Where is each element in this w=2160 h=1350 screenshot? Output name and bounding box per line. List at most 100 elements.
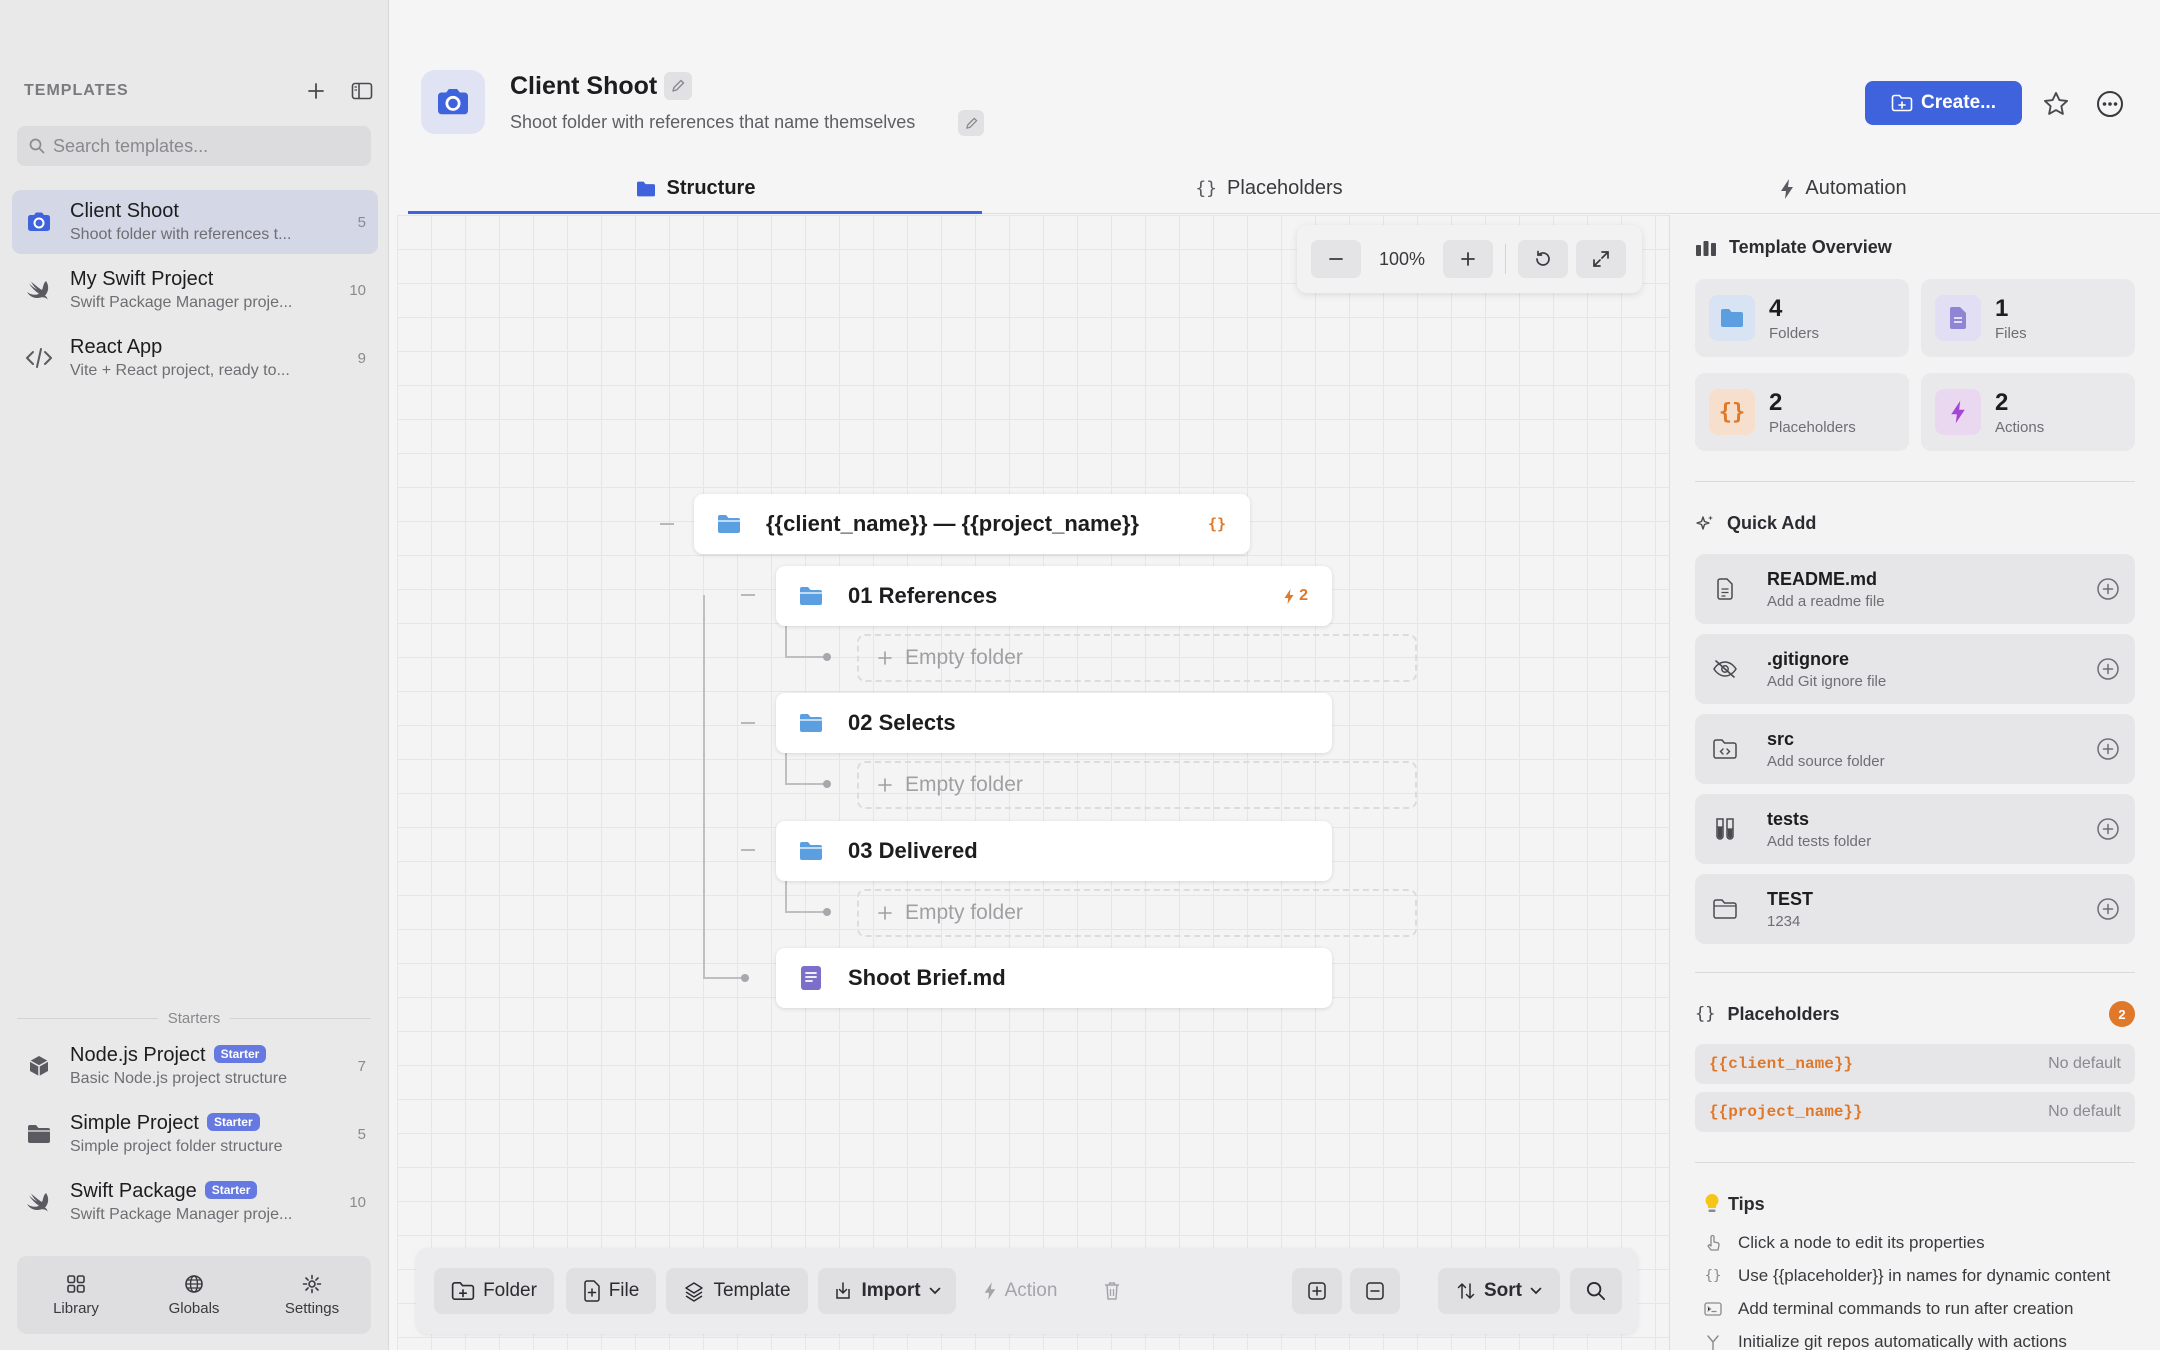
quick-add-tests[interactable]: tests Add tests folder: [1695, 794, 2135, 864]
add-action-button[interactable]: Action: [966, 1268, 1074, 1314]
fit-view-button[interactable]: [1576, 240, 1626, 278]
collapse-handle[interactable]: [741, 594, 755, 596]
empty-folder-placeholder[interactable]: Empty folder: [857, 634, 1417, 682]
placeholder-row[interactable]: {{client_name}} No default: [1695, 1044, 2135, 1084]
template-item-client-shoot[interactable]: Client Shoot Shoot folder with reference…: [12, 190, 378, 254]
tree-line: [703, 595, 705, 979]
expand-all-button[interactable]: [1292, 1268, 1342, 1314]
expand-icon: [1593, 251, 1609, 267]
plus-circle-icon[interactable]: [2095, 656, 2121, 682]
action-count: 2: [1299, 587, 1308, 604]
add-template-node-button[interactable]: Template: [666, 1268, 808, 1314]
add-template-button[interactable]: [302, 77, 330, 105]
divider: [17, 1018, 158, 1019]
template-text: Swift Package Starter Swift Package Manag…: [70, 1180, 346, 1224]
folder-node-01-references[interactable]: 01 References 2: [776, 566, 1332, 626]
quick-add-name: README.md: [1767, 568, 1878, 589]
starter-item-nodejs-project[interactable]: Node.js Project Starter Basic Node.js pro…: [12, 1034, 378, 1098]
template-name-row: Node.js Project Starter: [70, 1044, 346, 1067]
tree-dot: [823, 908, 831, 916]
delete-button[interactable]: [1086, 1268, 1138, 1314]
quick-add-desc: Add Git ignore file: [1767, 672, 1887, 690]
favorite-button[interactable]: [2040, 88, 2072, 120]
node-label: 02 Selects: [848, 710, 956, 735]
sparkle-icon: [1696, 515, 1713, 530]
edit-title-button[interactable]: [664, 72, 692, 100]
placeholder-row[interactable]: {{project_name}} No default: [1695, 1092, 2135, 1132]
tab-placeholders[interactable]: {} Placeholders: [982, 164, 1556, 213]
plus-circle-icon[interactable]: [2095, 736, 2121, 762]
rotate-icon: [1536, 250, 1550, 266]
empty-folder-placeholder[interactable]: Empty folder: [857, 889, 1417, 937]
collapse-handle[interactable]: [741, 849, 755, 851]
template-desc: Simple project folder structure: [70, 1138, 283, 1155]
collapse-handle[interactable]: [741, 722, 755, 724]
tab-automation[interactable]: Automation: [1556, 164, 2130, 213]
create-button[interactable]: Create...: [1865, 81, 2022, 125]
file-node-shoot-brief[interactable]: Shoot Brief.md: [776, 948, 1332, 1008]
starter-item-simple-project[interactable]: Simple Project Starter Simple project fol…: [12, 1102, 378, 1166]
toggle-sidebar-button[interactable]: [348, 77, 376, 105]
minus-square-icon: [1366, 1282, 1384, 1300]
tab-globals[interactable]: Globals: [135, 1256, 253, 1334]
template-list: Client Shoot Shoot folder with reference…: [12, 190, 378, 394]
reset-view-button[interactable]: [1518, 240, 1568, 278]
template-desc: Vite + React project, ready to...: [70, 362, 290, 379]
sidebar: TEMPLATES Client Shoot Shoot folder with…: [0, 0, 389, 1350]
tree-line: [785, 623, 787, 657]
file-plus-icon: [583, 1280, 600, 1302]
template-item-react-app[interactable]: React App Vite + React project, ready to…: [12, 326, 378, 390]
bolt-icon: [984, 1282, 995, 1300]
empty-folder-label: Empty folder: [905, 646, 1023, 669]
plus-square-icon: [1308, 1282, 1326, 1300]
plus-circle-icon[interactable]: [2095, 816, 2121, 842]
bolt-icon: [1284, 588, 1294, 604]
empty-folder-placeholder[interactable]: Empty folder: [857, 761, 1417, 809]
starter-item-swift-package[interactable]: Swift Package Starter Swift Package Manag…: [12, 1170, 378, 1234]
plus-circle-icon[interactable]: [2095, 896, 2121, 922]
add-folder-button[interactable]: Folder: [434, 1268, 554, 1314]
search-input[interactable]: [53, 135, 353, 157]
collapse-handle[interactable]: [660, 523, 674, 525]
zoom-in-button[interactable]: [1443, 240, 1493, 278]
import-menu-button[interactable]: Import: [818, 1268, 956, 1314]
placeholder-default: No default: [2048, 1055, 2121, 1072]
search-icon: [1586, 1281, 1606, 1301]
edit-subtitle-button[interactable]: [958, 110, 984, 136]
braces-icon: {}: [1704, 1268, 1722, 1284]
quick-add-src[interactable]: src Add source folder: [1695, 714, 2135, 784]
root-folder-node[interactable]: {{client_name}} — {{project_name}} {}: [694, 494, 1250, 554]
add-file-button[interactable]: File: [566, 1268, 656, 1314]
box-icon: [24, 1051, 54, 1081]
pencil-icon: [965, 117, 977, 129]
empty-folder-label: Empty folder: [905, 773, 1023, 796]
sort-menu-button[interactable]: Sort: [1438, 1268, 1560, 1314]
plus-circle-icon[interactable]: [2095, 576, 2121, 602]
action-badge: 2: [1283, 587, 1308, 605]
quick-add-text: .gitignore Add Git ignore file: [1767, 649, 1886, 690]
quick-add-readme[interactable]: README.md Add a readme file: [1695, 554, 2135, 624]
quick-add-text: src Add source folder: [1767, 729, 1885, 770]
folder-node-03-delivered[interactable]: 03 Delivered: [776, 821, 1332, 881]
structure-canvas[interactable]: 100% {{client_name}} — {{project_name}} …: [397, 215, 1669, 1350]
tab-structure[interactable]: Structure: [408, 164, 982, 214]
template-camera-icon[interactable]: [421, 70, 485, 134]
quick-add-header: Quick Add: [1695, 513, 1816, 534]
quick-add-gitignore[interactable]: .gitignore Add Git ignore file: [1695, 634, 2135, 704]
quick-add-test[interactable]: TEST 1234: [1695, 874, 2135, 944]
divider: [1695, 481, 2135, 482]
divider: [230, 1018, 372, 1019]
terminal-icon: [1704, 1302, 1722, 1316]
search-canvas-button[interactable]: [1570, 1268, 1622, 1314]
swift-icon: [24, 275, 54, 305]
tab-library[interactable]: Library: [17, 1256, 135, 1334]
divider: [1695, 1162, 2135, 1163]
star-icon: [2043, 91, 2069, 115]
search-icon: [29, 138, 45, 154]
collapse-all-button[interactable]: [1350, 1268, 1400, 1314]
more-options-button[interactable]: [2094, 88, 2126, 120]
template-item-my-swift-project[interactable]: My Swift Project Swift Package Manager p…: [12, 258, 378, 322]
tab-settings[interactable]: Settings: [253, 1256, 371, 1334]
folder-node-02-selects[interactable]: 02 Selects: [776, 693, 1332, 753]
zoom-out-button[interactable]: [1311, 240, 1361, 278]
